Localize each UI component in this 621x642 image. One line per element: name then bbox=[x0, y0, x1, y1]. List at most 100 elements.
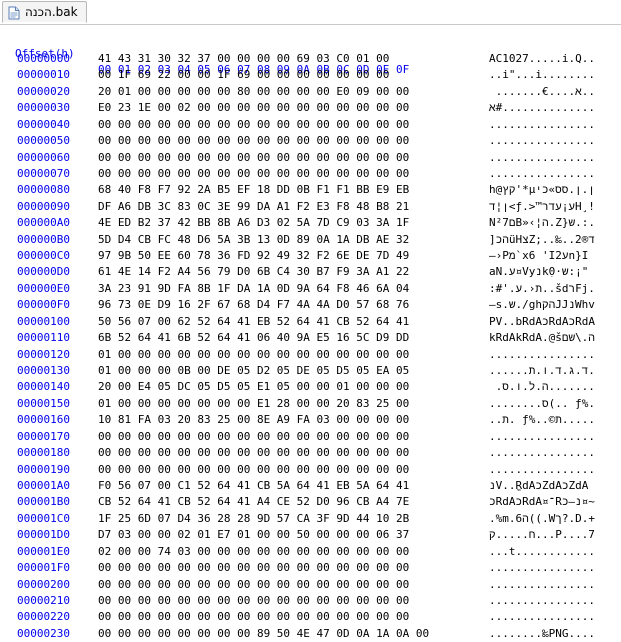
row-ascii[interactable]: ................ bbox=[489, 347, 595, 363]
hex-row[interactable]: 00000140 20 00 E4 05 DC 05 D5 05 E1 05 00… bbox=[0, 379, 621, 395]
row-ascii[interactable]: כRdAכRdA¤־Rנ–כ¤~ bbox=[489, 494, 595, 510]
row-ascii[interactable]: .......€....א.. bbox=[489, 84, 595, 100]
row-hex-bytes[interactable]: D7 03 00 00 02 01 E7 01 00 00 50 00 00 0… bbox=[98, 527, 409, 543]
row-ascii[interactable]: ................ bbox=[489, 133, 595, 149]
row-ascii[interactable]: ......ד.ג.ד.ו.ת. bbox=[489, 363, 595, 379]
hex-row[interactable]: 00000130 01 00 00 00 0B 00 DE 05 D2 05 DE… bbox=[0, 363, 621, 379]
hex-row[interactable]: 00000200 00 00 00 00 00 00 00 00 00 00 00… bbox=[0, 577, 621, 593]
row-hex-bytes[interactable]: 02 00 00 74 03 00 00 00 00 00 00 00 00 0… bbox=[98, 544, 409, 560]
hex-row[interactable]: 00000080 68 40 F8 F7 92 2A B5 EF 18 DD 0B… bbox=[0, 182, 621, 198]
row-hex-bytes[interactable]: 00 00 00 00 00 00 00 00 00 00 00 00 00 0… bbox=[98, 577, 409, 593]
hex-row[interactable]: 00000110 6B 52 64 41 6B 52 64 41 06 40 9A… bbox=[0, 330, 621, 346]
row-hex-bytes[interactable]: 5D D4 CB FC 48 D6 5A 3B 13 0D 89 0A 1A D… bbox=[98, 232, 409, 248]
row-hex-bytes[interactable]: F0 56 07 00 C1 52 64 41 CB 5A 64 41 EB 5… bbox=[98, 478, 409, 494]
hex-row[interactable]: 000000A0 4E ED B2 37 42 BB 8B A6 D3 02 5A… bbox=[0, 215, 621, 231]
row-ascii[interactable]: ן¦ד<ƒ.>™ע¡עדרH¸! bbox=[489, 199, 595, 215]
row-ascii[interactable]: ................ bbox=[489, 117, 595, 133]
hex-row[interactable]: 00000220 00 00 00 00 00 00 00 00 00 00 00… bbox=[0, 609, 621, 625]
row-hex-bytes[interactable]: 96 73 0E D9 16 2F 67 68 D4 F7 4A 4A D0 5… bbox=[98, 297, 409, 313]
row-hex-bytes[interactable]: 20 01 00 00 00 00 00 80 00 00 00 00 E0 0… bbox=[98, 84, 409, 100]
row-ascii[interactable]: ................ bbox=[489, 150, 595, 166]
hex-row[interactable]: 00000230 00 00 00 00 00 00 00 00 89 50 4E… bbox=[0, 626, 621, 642]
hex-row[interactable]: 00000170 00 00 00 00 00 00 00 00 00 00 00… bbox=[0, 429, 621, 445]
row-hex-bytes[interactable]: 00 00 00 00 00 00 00 00 00 00 00 00 00 0… bbox=[98, 166, 409, 182]
row-ascii[interactable]: AC1027.....i.Q.. bbox=[489, 51, 595, 67]
row-hex-bytes[interactable]: 00 00 00 00 00 00 00 00 00 00 00 00 00 0… bbox=[98, 117, 409, 133]
row-hex-bytes[interactable]: 68 40 F8 F7 92 2A B5 EF 18 DD 0B F1 F1 B… bbox=[98, 182, 409, 198]
row-ascii[interactable]: א#.............. bbox=[489, 100, 595, 116]
row-ascii[interactable]: ........‰PNG.... bbox=[489, 626, 595, 642]
row-ascii[interactable]: aN.ע¤Vyנkִ0·ש:¡" bbox=[489, 264, 588, 280]
hex-row[interactable]: 000000F0 96 73 0E D9 16 2F 67 68 D4 F7 4A… bbox=[0, 297, 621, 313]
row-ascii[interactable]: ................ bbox=[489, 429, 595, 445]
hex-row[interactable]: 00000020 20 01 00 00 00 00 00 80 00 00 00… bbox=[0, 84, 621, 100]
row-hex-bytes[interactable]: 97 9B 50 EE 60 78 36 FD 92 49 32 F2 6E D… bbox=[98, 248, 409, 264]
hex-row[interactable]: 000001C0 1F 25 6D 07 D4 36 28 28 9D 57 CA… bbox=[0, 511, 621, 527]
row-hex-bytes[interactable]: 01 00 00 00 0B 00 DE 05 D2 05 DE 05 D5 0… bbox=[98, 363, 409, 379]
row-ascii[interactable]: ................ bbox=[489, 593, 595, 609]
hex-row[interactable]: 00000150 01 00 00 00 00 00 00 00 E1 28 00… bbox=[0, 396, 621, 412]
row-hex-bytes[interactable]: 00 00 00 00 00 00 00 00 00 00 00 00 00 0… bbox=[98, 462, 409, 478]
hex-row[interactable]: 00000050 00 00 00 00 00 00 00 00 00 00 00… bbox=[0, 133, 621, 149]
hex-row[interactable]: 000001B0 CB 52 64 41 CB 52 64 41 A4 CE 52… bbox=[0, 494, 621, 510]
row-hex-bytes[interactable]: 00 00 00 00 00 00 00 00 00 00 00 00 00 0… bbox=[98, 609, 409, 625]
row-ascii[interactable]: PV..bRdAכRdAכRdA bbox=[489, 314, 595, 330]
hex-row[interactable]: 00000180 00 00 00 00 00 00 00 00 00 00 00… bbox=[0, 445, 621, 461]
row-ascii[interactable]: kRdAkRdA.@šה.\שם bbox=[489, 330, 595, 346]
row-ascii[interactable]: ..i"...i........ bbox=[489, 67, 595, 83]
row-hex-bytes[interactable]: 6B 52 64 41 6B 52 64 41 06 40 9A E5 16 5… bbox=[98, 330, 409, 346]
tab-file[interactable]: הכנה.bak bbox=[2, 1, 87, 23]
hex-row[interactable]: 00000040 00 00 00 00 00 00 00 00 00 00 00… bbox=[0, 117, 621, 133]
hex-row[interactable]: 00000210 00 00 00 00 00 00 00 00 00 00 00… bbox=[0, 593, 621, 609]
hex-row[interactable]: 00000010 00 1F 69 22 00 00 1F 69 00 00 00… bbox=[0, 67, 621, 83]
hex-row[interactable]: 000001A0 F0 56 07 00 C1 52 64 41 CB 5A 64… bbox=[0, 478, 621, 494]
hex-row[interactable]: 00000090 DF A6 DB 3C 83 0C 3E 99 DA A1 F2… bbox=[0, 199, 621, 215]
hex-row[interactable]: 000000D0 61 4E 14 F2 A4 56 79 D0 6B C4 30… bbox=[0, 264, 621, 280]
row-hex-bytes[interactable]: 00 00 00 00 00 00 00 00 00 00 00 00 00 0… bbox=[98, 445, 409, 461]
row-hex-bytes[interactable]: 41 43 31 30 32 37 00 00 00 00 69 03 C0 0… bbox=[98, 51, 389, 67]
row-ascii[interactable]: –s.ש./ghהקJJנWhv bbox=[489, 297, 595, 313]
row-hex-bytes[interactable]: 61 4E 14 F2 A4 56 79 D0 6B C4 30 B7 F9 3… bbox=[98, 264, 409, 280]
row-hex-bytes[interactable]: 00 00 00 00 00 00 00 00 00 00 00 00 00 0… bbox=[98, 593, 409, 609]
row-hex-bytes[interactable]: 3A 23 91 9D FA 8B 1F DA 1A 0D 9A 64 F8 4… bbox=[98, 281, 409, 297]
row-hex-bytes[interactable]: 01 00 00 00 00 00 00 00 E1 28 00 00 20 8… bbox=[98, 396, 409, 412]
row-ascii[interactable]: ]הכüHצZ;..‰..ד®2 bbox=[489, 232, 595, 248]
row-ascii[interactable]: ח.....ק...P....7 bbox=[489, 527, 595, 543]
row-ascii[interactable]: ................ bbox=[489, 609, 595, 625]
row-ascii[interactable]: ................ bbox=[489, 462, 595, 478]
hex-row[interactable]: 000000B0 5D D4 CB FC 48 D6 5A 3B 13 0D 89… bbox=[0, 232, 621, 248]
hex-row[interactable]: 00000120 01 00 00 00 00 00 00 00 00 00 00… bbox=[0, 347, 621, 363]
row-hex-bytes[interactable]: 1F 25 6D 07 D4 36 28 28 9D 57 CA 3F 9D 4… bbox=[98, 511, 409, 527]
row-hex-bytes[interactable]: 50 56 07 00 62 52 64 41 EB 52 64 41 CB 5… bbox=[98, 314, 409, 330]
row-hex-bytes[interactable]: E0 23 1E 00 02 00 00 00 00 00 00 00 00 0… bbox=[98, 100, 409, 116]
hex-row[interactable]: 000000C0 97 9B 50 EE 60 78 36 FD 92 49 32… bbox=[0, 248, 621, 264]
row-hex-bytes[interactable]: 20 00 E4 05 DC 05 D5 05 E1 05 00 00 01 0… bbox=[98, 379, 409, 395]
row-hex-bytes[interactable]: 00 00 00 00 00 00 00 00 00 00 00 00 00 0… bbox=[98, 560, 409, 576]
row-ascii[interactable]: ...t............ bbox=[489, 544, 595, 560]
row-hex-bytes[interactable]: 00 00 00 00 00 00 00 00 00 00 00 00 00 0… bbox=[98, 429, 409, 445]
row-hex-bytes[interactable]: 00 1F 69 22 00 00 1F 69 00 00 00 00 00 0… bbox=[98, 67, 389, 83]
row-hex-bytes[interactable]: CB 52 64 41 CB 52 64 41 A4 CE 52 D0 96 C… bbox=[98, 494, 409, 510]
row-ascii[interactable]: ..ת. ƒ%..©ת..... bbox=[489, 412, 595, 428]
row-ascii[interactable]: ................ bbox=[489, 445, 595, 461]
row-hex-bytes[interactable]: 00 00 00 00 00 00 00 00 89 50 4E 47 0D 0… bbox=[98, 626, 429, 642]
hex-row[interactable]: 00000190 00 00 00 00 00 00 00 00 00 00 00… bbox=[0, 462, 621, 478]
hex-row[interactable]: 00000060 00 00 00 00 00 00 00 00 00 00 00… bbox=[0, 150, 621, 166]
hex-row[interactable]: 000001D0 D7 03 00 00 02 01 E7 01 00 00 50… bbox=[0, 527, 621, 543]
row-ascii[interactable]: :#'.ת‹.ע..šdרFj. bbox=[489, 281, 595, 297]
row-ascii[interactable]: .%m.ה6((.Wך?.D.+ bbox=[489, 511, 595, 527]
row-ascii[interactable]: —›Pמ`x6 'I2עn}I bbox=[489, 248, 588, 264]
row-ascii[interactable]: ........ס(.. ƒ%. bbox=[489, 396, 595, 412]
row-ascii[interactable]: נV..ֱRdAכZdAכZdA bbox=[489, 478, 588, 494]
row-ascii[interactable]: ................ bbox=[489, 166, 595, 182]
row-ascii[interactable]: .ה.ל.ו.ס....... bbox=[489, 379, 595, 395]
row-ascii[interactable]: ................ bbox=[489, 560, 595, 576]
hex-row[interactable]: 000001E0 02 00 00 74 03 00 00 00 00 00 00… bbox=[0, 544, 621, 560]
row-hex-bytes[interactable]: 00 00 00 00 00 00 00 00 00 00 00 00 00 0… bbox=[98, 133, 409, 149]
row-hex-bytes[interactable]: 4E ED B2 37 42 BB 8B A6 D3 02 5A 7D C9 0… bbox=[98, 215, 409, 231]
hex-row[interactable]: 00000000 41 43 31 30 32 37 00 00 00 00 69… bbox=[0, 51, 621, 67]
row-hex-bytes[interactable]: DF A6 DB 3C 83 0C 3E 99 DA A1 F2 E3 F8 4… bbox=[98, 199, 409, 215]
row-ascii[interactable]: h@קץ'*µן.ן.סס»כי bbox=[489, 182, 595, 198]
row-hex-bytes[interactable]: 01 00 00 00 00 00 00 00 00 00 00 00 00 0… bbox=[98, 347, 409, 363]
row-ascii[interactable]: Nם²7B»‹¦ה.Z}ש.:. bbox=[489, 215, 595, 231]
